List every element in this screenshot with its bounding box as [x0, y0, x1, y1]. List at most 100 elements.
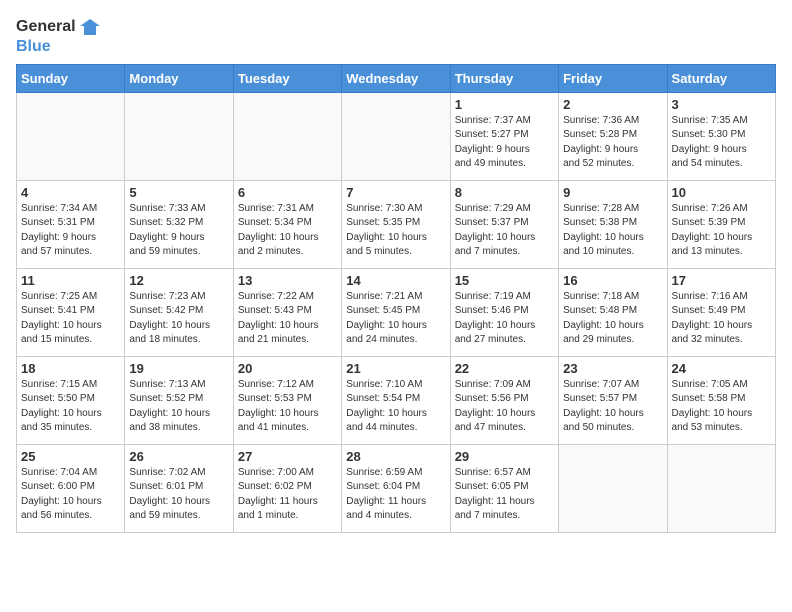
calendar-cell — [233, 92, 341, 180]
calendar-cell: 26 Sunrise: 7:02 AM Sunset: 6:01 PM Dayli… — [125, 444, 233, 532]
day-number: 26 — [129, 449, 228, 464]
day-info: Sunrise: 7:18 AM Sunset: 5:48 PM Dayligh… — [563, 290, 662, 348]
day-number: 3 — [672, 97, 771, 112]
day-info: Sunrise: 7:23 AM Sunset: 5:42 PM Dayligh… — [129, 290, 228, 348]
day-info: Sunrise: 7:33 AM Sunset: 5:32 PM Dayligh… — [129, 202, 228, 260]
day-number: 25 — [21, 449, 120, 464]
calendar-cell — [125, 92, 233, 180]
calendar-cell: 12Sunrise: 7:23 AM Sunset: 5:42 PM Dayli… — [125, 268, 233, 356]
calendar-cell: 2 Sunrise: 7:36 AM Sunset: 5:28 PM Daylig… — [559, 92, 667, 180]
day-number: 1 — [455, 97, 554, 112]
calendar-cell: 6Sunrise: 7:31 AM Sunset: 5:34 PM Daylig… — [233, 180, 341, 268]
calendar-table: SundayMondayTuesdayWednesdayThursdayFrid… — [16, 64, 776, 533]
day-number: 24 — [672, 361, 771, 376]
day-number: 29 — [455, 449, 554, 464]
day-info: Sunrise: 7:31 AM Sunset: 5:34 PM Dayligh… — [238, 202, 337, 260]
calendar-cell: 3Sunrise: 7:35 AM Sunset: 5:30 PM Daylig… — [667, 92, 775, 180]
day-info: Sunrise: 7:13 AM Sunset: 5:52 PM Dayligh… — [129, 378, 228, 436]
calendar-cell: 24 Sunrise: 7:05 AM Sunset: 5:58 PM Dayli… — [667, 356, 775, 444]
day-number: 28 — [346, 449, 445, 464]
day-header-monday: Monday — [125, 64, 233, 92]
page-header: General Blue — [16, 16, 776, 56]
logo-arrow-icon — [78, 16, 100, 38]
day-info: Sunrise: 7:28 AM Sunset: 5:38 PM Dayligh… — [563, 202, 662, 260]
calendar-cell: 28 Sunrise: 6:59 AM Sunset: 6:04 PM Dayli… — [342, 444, 450, 532]
week-row-4: 18 Sunrise: 7:15 AM Sunset: 5:50 PM Dayli… — [17, 356, 776, 444]
day-number: 8 — [455, 185, 554, 200]
day-number: 18 — [21, 361, 120, 376]
calendar-cell: 4 Sunrise: 7:34 AM Sunset: 5:31 PM Daylig… — [17, 180, 125, 268]
calendar-cell: 18 Sunrise: 7:15 AM Sunset: 5:50 PM Dayli… — [17, 356, 125, 444]
day-number: 16 — [563, 273, 662, 288]
day-number: 21 — [346, 361, 445, 376]
day-info: Sunrise: 7:34 AM Sunset: 5:31 PM Dayligh… — [21, 202, 120, 260]
day-header-friday: Friday — [559, 64, 667, 92]
day-info: Sunrise: 6:59 AM Sunset: 6:04 PM Dayligh… — [346, 466, 445, 524]
day-info: Sunrise: 7:05 AM Sunset: 5:58 PM Dayligh… — [672, 378, 771, 436]
day-number: 13 — [238, 273, 337, 288]
calendar-cell — [667, 444, 775, 532]
calendar-cell: 17 Sunrise: 7:16 AM Sunset: 5:49 PM Dayli… — [667, 268, 775, 356]
day-info: Sunrise: 7:16 AM Sunset: 5:49 PM Dayligh… — [672, 290, 771, 348]
calendar-cell: 20 Sunrise: 7:12 AM Sunset: 5:53 PM Dayli… — [233, 356, 341, 444]
day-info: Sunrise: 7:07 AM Sunset: 5:57 PM Dayligh… — [563, 378, 662, 436]
day-info: Sunrise: 7:29 AM Sunset: 5:37 PM Dayligh… — [455, 202, 554, 260]
day-number: 11 — [21, 273, 120, 288]
calendar-cell: 25 Sunrise: 7:04 AM Sunset: 6:00 PM Dayli… — [17, 444, 125, 532]
calendar-cell — [342, 92, 450, 180]
day-info: Sunrise: 7:36 AM Sunset: 5:28 PM Dayligh… — [563, 114, 662, 172]
day-info: Sunrise: 7:25 AM Sunset: 5:41 PM Dayligh… — [21, 290, 120, 348]
day-number: 4 — [21, 185, 120, 200]
logo-general: General — [16, 18, 76, 36]
calendar-cell: 19Sunrise: 7:13 AM Sunset: 5:52 PM Dayli… — [125, 356, 233, 444]
calendar-cell: 14 Sunrise: 7:21 AM Sunset: 5:45 PM Dayli… — [342, 268, 450, 356]
day-header-thursday: Thursday — [450, 64, 558, 92]
day-info: Sunrise: 7:10 AM Sunset: 5:54 PM Dayligh… — [346, 378, 445, 436]
day-info: Sunrise: 7:15 AM Sunset: 5:50 PM Dayligh… — [21, 378, 120, 436]
calendar-cell: 22Sunrise: 7:09 AM Sunset: 5:56 PM Dayli… — [450, 356, 558, 444]
day-info: Sunrise: 7:09 AM Sunset: 5:56 PM Dayligh… — [455, 378, 554, 436]
day-number: 17 — [672, 273, 771, 288]
header-row: SundayMondayTuesdayWednesdayThursdayFrid… — [17, 64, 776, 92]
calendar-cell: 7Sunrise: 7:30 AM Sunset: 5:35 PM Daylig… — [342, 180, 450, 268]
calendar-cell: 29Sunrise: 6:57 AM Sunset: 6:05 PM Dayli… — [450, 444, 558, 532]
calendar-cell: 23 Sunrise: 7:07 AM Sunset: 5:57 PM Dayli… — [559, 356, 667, 444]
day-info: Sunrise: 7:21 AM Sunset: 5:45 PM Dayligh… — [346, 290, 445, 348]
day-number: 2 — [563, 97, 662, 112]
day-info: Sunrise: 7:22 AM Sunset: 5:43 PM Dayligh… — [238, 290, 337, 348]
day-number: 27 — [238, 449, 337, 464]
calendar-cell: 8 Sunrise: 7:29 AM Sunset: 5:37 PM Daylig… — [450, 180, 558, 268]
logo: General Blue — [16, 16, 100, 56]
week-row-1: 1 Sunrise: 7:37 AM Sunset: 5:27 PM Daylig… — [17, 92, 776, 180]
day-info: Sunrise: 7:26 AM Sunset: 5:39 PM Dayligh… — [672, 202, 771, 260]
week-row-2: 4 Sunrise: 7:34 AM Sunset: 5:31 PM Daylig… — [17, 180, 776, 268]
day-number: 23 — [563, 361, 662, 376]
day-header-saturday: Saturday — [667, 64, 775, 92]
calendar-cell: 15Sunrise: 7:19 AM Sunset: 5:46 PM Dayli… — [450, 268, 558, 356]
day-info: Sunrise: 7:12 AM Sunset: 5:53 PM Dayligh… — [238, 378, 337, 436]
day-info: Sunrise: 7:30 AM Sunset: 5:35 PM Dayligh… — [346, 202, 445, 260]
calendar-cell: 11 Sunrise: 7:25 AM Sunset: 5:41 PM Dayli… — [17, 268, 125, 356]
day-number: 5 — [129, 185, 228, 200]
day-info: Sunrise: 7:02 AM Sunset: 6:01 PM Dayligh… — [129, 466, 228, 524]
calendar-cell: 16 Sunrise: 7:18 AM Sunset: 5:48 PM Dayli… — [559, 268, 667, 356]
day-header-tuesday: Tuesday — [233, 64, 341, 92]
day-number: 20 — [238, 361, 337, 376]
logo-blue: Blue — [16, 38, 100, 56]
day-number: 14 — [346, 273, 445, 288]
calendar-cell: 21 Sunrise: 7:10 AM Sunset: 5:54 PM Dayli… — [342, 356, 450, 444]
day-info: Sunrise: 7:37 AM Sunset: 5:27 PM Dayligh… — [455, 114, 554, 172]
day-number: 15 — [455, 273, 554, 288]
calendar-cell: 1 Sunrise: 7:37 AM Sunset: 5:27 PM Daylig… — [450, 92, 558, 180]
week-row-3: 11 Sunrise: 7:25 AM Sunset: 5:41 PM Dayli… — [17, 268, 776, 356]
day-number: 9 — [563, 185, 662, 200]
calendar-cell — [559, 444, 667, 532]
logo-text: General Blue — [16, 16, 100, 56]
day-header-wednesday: Wednesday — [342, 64, 450, 92]
calendar-cell: 9 Sunrise: 7:28 AM Sunset: 5:38 PM Daylig… — [559, 180, 667, 268]
day-info: Sunrise: 7:00 AM Sunset: 6:02 PM Dayligh… — [238, 466, 337, 524]
week-row-5: 25 Sunrise: 7:04 AM Sunset: 6:00 PM Dayli… — [17, 444, 776, 532]
day-info: Sunrise: 7:04 AM Sunset: 6:00 PM Dayligh… — [21, 466, 120, 524]
calendar-cell: 10Sunrise: 7:26 AM Sunset: 5:39 PM Dayli… — [667, 180, 775, 268]
calendar-cell: 27 Sunrise: 7:00 AM Sunset: 6:02 PM Dayli… — [233, 444, 341, 532]
